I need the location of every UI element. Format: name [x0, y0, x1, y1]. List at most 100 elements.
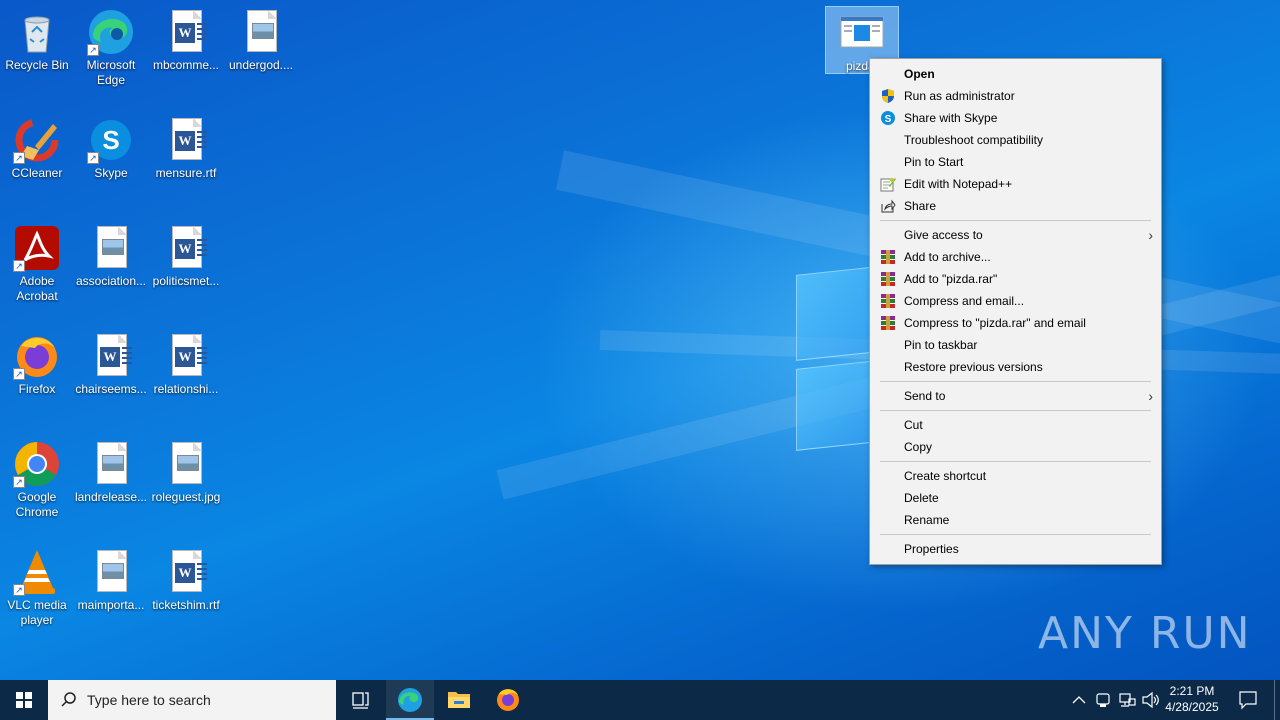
taskbar-firefox-button[interactable] [484, 680, 532, 720]
menu-item-run-as-administrator[interactable]: Run as administrator [870, 85, 1161, 107]
icon-label: CCleaner [11, 166, 63, 180]
taskbar-search-box[interactable]: Type here to search [48, 680, 336, 720]
desktop-icon-image-file[interactable]: roleguest.jpg [148, 440, 224, 505]
desktop-icon-google-chrome[interactable]: ↗ Google Chrome [0, 440, 75, 520]
menu-item-pin-to-taskbar[interactable]: Pin to taskbar [870, 334, 1161, 356]
icon-label: Adobe Acrobat [16, 274, 58, 303]
menu-separator [880, 461, 1151, 462]
menu-item-label: Send to [904, 389, 946, 403]
desktop-icon-image-file[interactable]: association... [73, 224, 149, 289]
menu-item-label: Edit with Notepad++ [904, 177, 1013, 191]
context-menu: Open Run as administrator S Share with S… [869, 58, 1162, 565]
word-file-icon: W [162, 548, 210, 596]
menu-item-label: Pin to Start [904, 155, 964, 169]
menu-item-copy[interactable]: Copy [870, 436, 1161, 458]
menu-item-label: Compress to "pizda.rar" and email [904, 316, 1086, 330]
chevron-right-icon: › [1148, 227, 1153, 243]
tray-device-icon-button[interactable] [1092, 680, 1114, 720]
desktop-icon-microsoft-edge[interactable]: ↗ Microsoft Edge [73, 8, 149, 88]
desktop-icon-image-file[interactable]: undergod.... [223, 8, 299, 73]
search-icon [61, 692, 76, 707]
menu-item-open[interactable]: Open [870, 63, 1161, 85]
taskbar-edge-button[interactable] [386, 680, 434, 720]
desktop-icon-recycle-bin[interactable]: Recycle Bin [0, 8, 75, 73]
firefox-icon: ↗ [13, 332, 61, 380]
word-file-icon: W [162, 332, 210, 380]
executable-file-icon [838, 13, 886, 61]
menu-item-share-with-skype[interactable]: S Share with Skype [870, 107, 1161, 129]
menu-item-label: Copy [904, 440, 933, 454]
network-icon [1119, 693, 1136, 707]
desktop-icon-skype[interactable]: S ↗ Skype [73, 116, 149, 181]
menu-item-give-access-to[interactable]: Give access to › [870, 224, 1161, 246]
windows-start-icon [16, 692, 32, 708]
word-file-icon: W [162, 116, 210, 164]
desktop-icon-image-file[interactable]: maimporta... [73, 548, 149, 613]
menu-item-label: Pin to taskbar [904, 338, 978, 352]
menu-item-compress-to-rar-and-email[interactable]: Compress to "pizda.rar" and email [870, 312, 1161, 334]
network-button[interactable] [1116, 680, 1138, 720]
menu-item-create-shortcut[interactable]: Create shortcut [870, 465, 1161, 487]
desktop-icon-word-file[interactable]: W chairseems... [73, 332, 149, 397]
menu-item-edit-with-notepadpp[interactable]: Edit with Notepad++ [870, 173, 1161, 195]
icon-label: Recycle Bin [5, 58, 69, 72]
edge-icon: ↗ [87, 8, 135, 56]
desktop-icon-image-file[interactable]: landrelease... [73, 440, 149, 505]
desktop-icon-ccleaner[interactable]: ↗ CCleaner [0, 116, 75, 181]
chevron-right-icon: › [1148, 388, 1153, 404]
desktop-icon-word-file[interactable]: W mbcomme... [148, 8, 224, 73]
icon-label: association... [75, 274, 147, 288]
action-center-button[interactable] [1234, 680, 1262, 720]
desktop-icon-vlc[interactable]: ↗ VLC media player [0, 548, 75, 628]
menu-item-cut[interactable]: Cut [870, 414, 1161, 436]
menu-item-restore-previous-versions[interactable]: Restore previous versions [870, 356, 1161, 378]
taskbar-file-explorer-button[interactable] [435, 680, 483, 720]
winrar-icon [880, 293, 896, 309]
shortcut-arrow-icon: ↗ [13, 260, 25, 272]
menu-item-compress-and-email[interactable]: Compress and email... [870, 290, 1161, 312]
menu-item-delete[interactable]: Delete [870, 487, 1161, 509]
word-file-icon: W [162, 8, 210, 56]
icon-label: politicsmet... [152, 274, 220, 288]
menu-item-send-to[interactable]: Send to › [870, 385, 1161, 407]
icon-label: chairseems... [75, 382, 147, 396]
icon-label: roleguest.jpg [151, 490, 221, 504]
menu-item-label: Share [904, 199, 937, 213]
desktop-icon-word-file[interactable]: W relationshi... [148, 332, 224, 397]
menu-item-rename[interactable]: Rename [870, 509, 1161, 531]
winrar-icon [880, 271, 896, 287]
clock-time: 2:21 PM [1169, 684, 1215, 698]
desktop-icon-word-file[interactable]: W politicsmet... [148, 224, 224, 289]
start-button[interactable] [0, 680, 48, 720]
menu-item-pin-to-start[interactable]: Pin to Start [870, 151, 1161, 173]
file-explorer-icon [448, 692, 470, 708]
taskbar-clock[interactable]: 2:21 PM 4/28/2025 [1160, 683, 1224, 715]
acrobat-icon: ↗ [13, 224, 61, 272]
image-file-icon [162, 440, 210, 488]
notepadpp-icon [880, 176, 896, 192]
task-view-button[interactable] [336, 680, 384, 720]
menu-item-add-to-rar[interactable]: Add to "pizda.rar" [870, 268, 1161, 290]
search-placeholder: Type here to search [87, 692, 211, 708]
menu-item-share[interactable]: Share [870, 195, 1161, 217]
menu-item-add-to-archive[interactable]: Add to archive... [870, 246, 1161, 268]
menu-item-troubleshoot-compatibility[interactable]: Troubleshoot compatibility [870, 129, 1161, 151]
show-hidden-icons-button[interactable] [1068, 680, 1090, 720]
menu-item-label: Add to "pizda.rar" [904, 272, 998, 286]
desktop-icon-firefox[interactable]: ↗ Firefox [0, 332, 75, 397]
image-file-icon [87, 548, 135, 596]
svg-text:S: S [885, 114, 892, 125]
desktop-icon-word-file[interactable]: W mensure.rtf [148, 116, 224, 181]
skype-icon: S [880, 110, 896, 126]
desktop-icon-word-file[interactable]: W ticketshim.rtf [148, 548, 224, 613]
edge-icon [398, 688, 422, 712]
show-desktop-button[interactable] [1274, 680, 1280, 720]
menu-item-properties[interactable]: Properties [870, 538, 1161, 560]
shortcut-arrow-icon: ↗ [87, 44, 99, 56]
vlc-icon: ↗ [13, 548, 61, 596]
menu-item-label: Restore previous versions [904, 360, 1043, 374]
menu-item-label: Create shortcut [904, 469, 987, 483]
skype-icon: S ↗ [87, 116, 135, 164]
volume-button[interactable] [1140, 680, 1162, 720]
desktop-icon-adobe-acrobat[interactable]: ↗ Adobe Acrobat [0, 224, 75, 304]
